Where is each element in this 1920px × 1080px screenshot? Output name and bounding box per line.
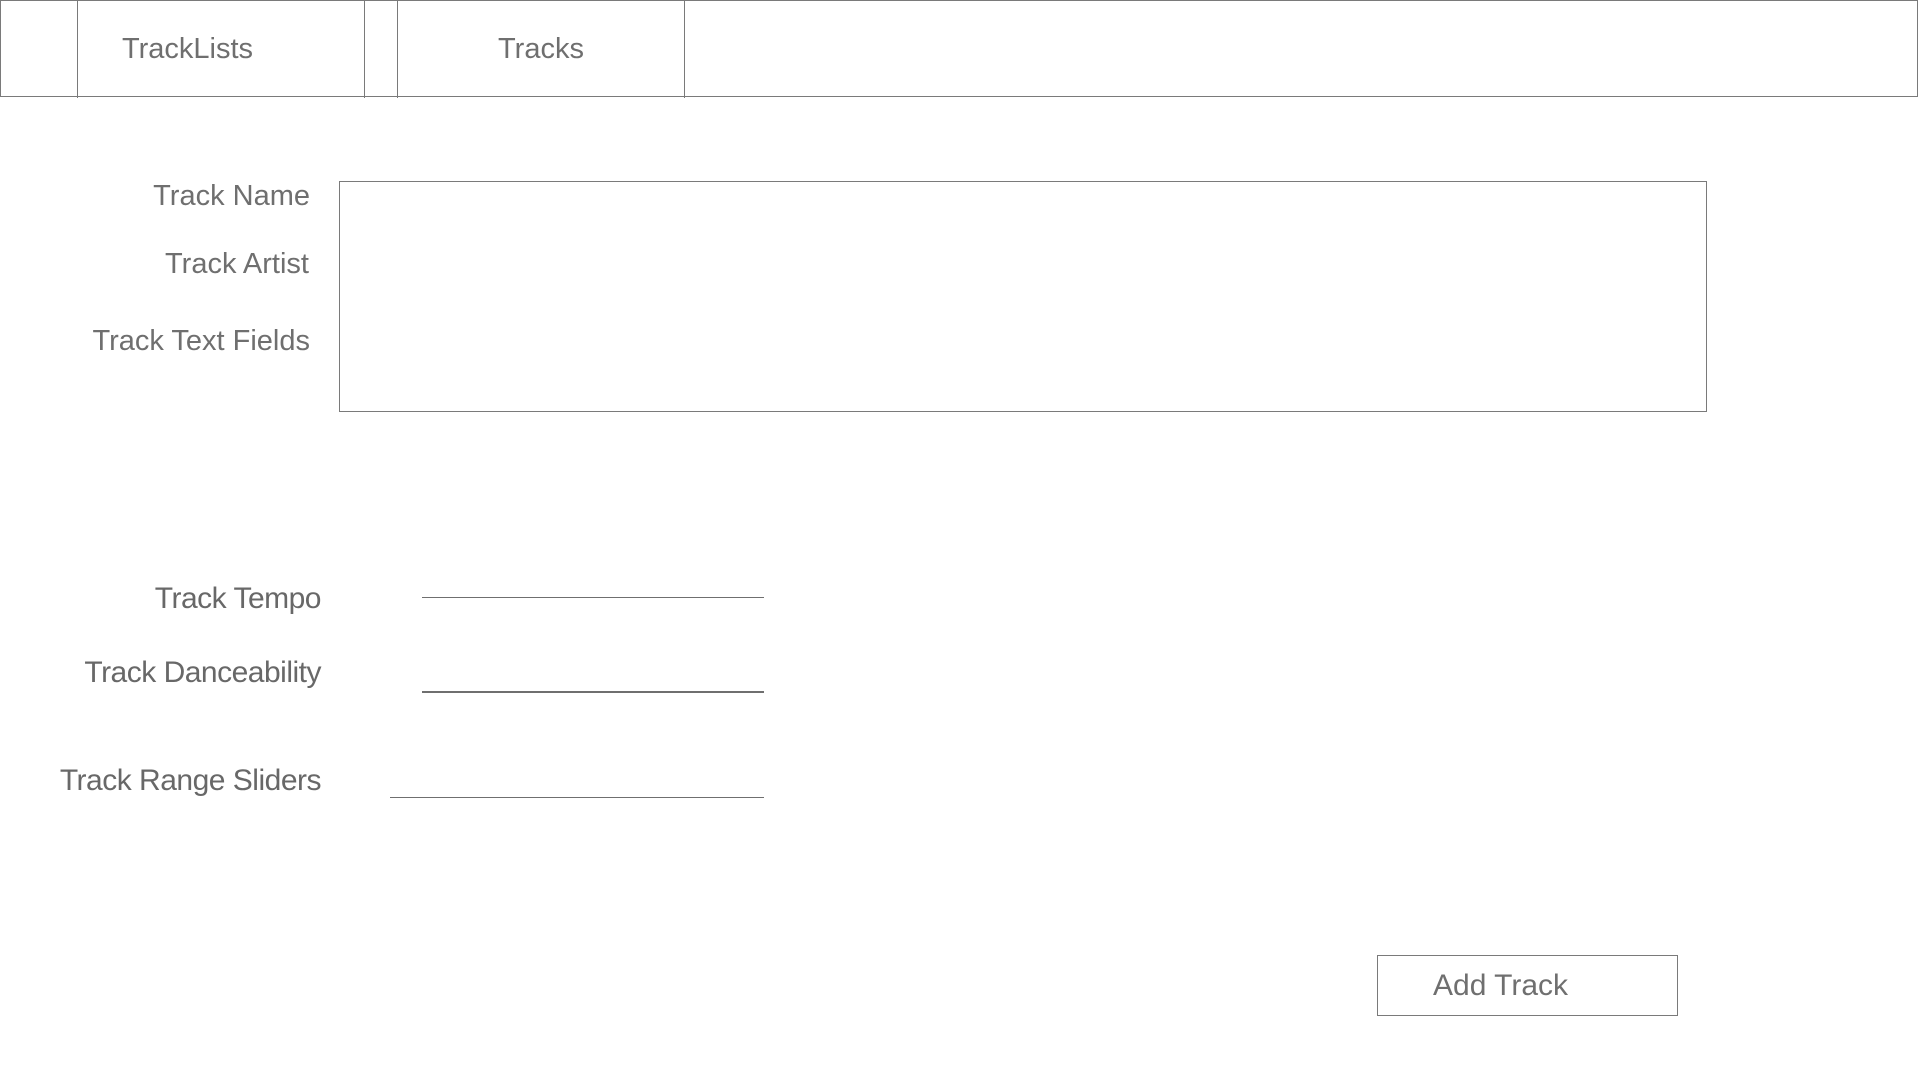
track-danceability-slider[interactable] — [422, 684, 764, 700]
track-tempo-label: Track Tempo — [154, 582, 322, 615]
track-text-fields-area[interactable] — [339, 181, 1707, 412]
slider-track — [422, 597, 764, 598]
add-track-button[interactable]: Add Track — [1377, 955, 1678, 1016]
track-range-sliders-label: Track Range Sliders — [59, 764, 322, 797]
nav-divider — [684, 1, 685, 98]
track-text-fields-label: Track Text Fields — [92, 325, 310, 357]
tab-tracklists-label: TrackLists — [122, 33, 254, 65]
track-danceability-label: Track Danceability — [84, 656, 321, 689]
slider-track — [422, 691, 764, 693]
tab-tracklists[interactable]: TrackLists — [78, 1, 364, 98]
nav-spacer-left — [1, 1, 77, 98]
tab-tracks-label: Tracks — [498, 33, 584, 65]
track-artist-label: Track Artist — [165, 248, 309, 280]
tab-tracks[interactable]: Tracks — [398, 1, 684, 98]
slider-track — [390, 797, 764, 798]
nav-spacer-middle — [365, 1, 397, 98]
page: TrackLists Tracks Track Name Track Artis… — [0, 0, 1920, 1080]
track-tempo-slider[interactable] — [422, 590, 764, 606]
top-nav-bar: TrackLists Tracks — [0, 0, 1918, 98]
track-name-label: Track Name — [153, 180, 310, 212]
track-range-slider[interactable] — [390, 790, 764, 806]
